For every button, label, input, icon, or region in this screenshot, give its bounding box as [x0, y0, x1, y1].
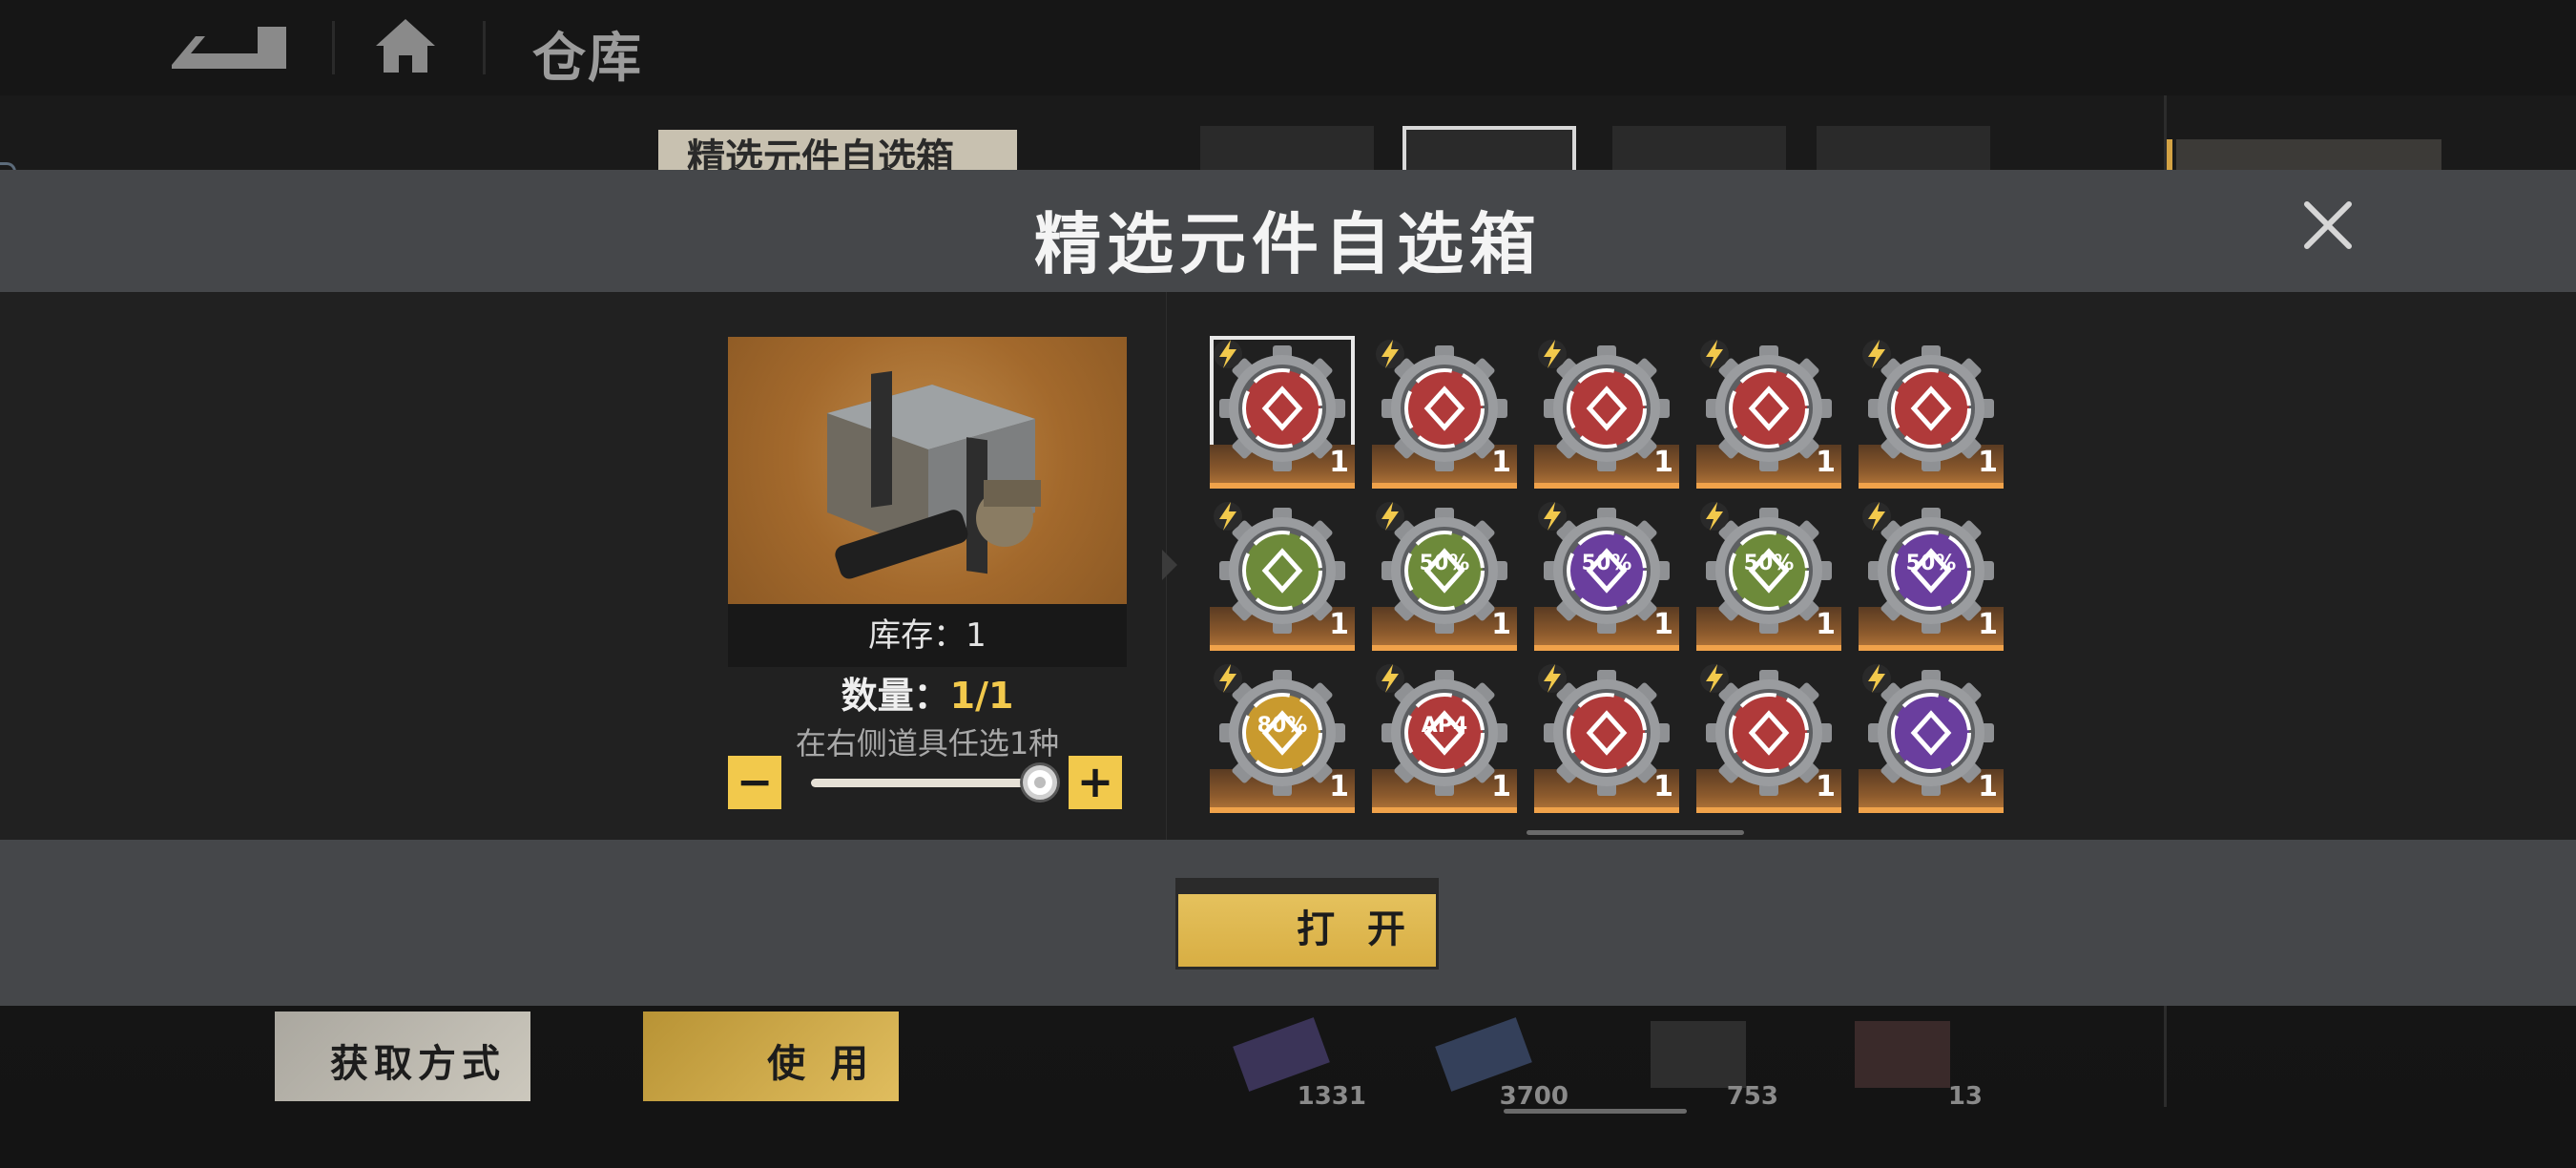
separator — [483, 21, 486, 74]
lightning-icon — [1214, 502, 1242, 531]
item-badge-text: AP4 — [1421, 714, 1468, 738]
lightning-icon — [1862, 502, 1891, 531]
open-button-label: 打 开 — [1297, 907, 1415, 951]
item-count: 3700 — [1499, 1082, 1568, 1111]
item-count: 1 — [1491, 446, 1511, 479]
item-cell[interactable]: 1 — [1372, 336, 1517, 489]
item-preview — [728, 337, 1127, 604]
lightning-icon — [1538, 664, 1567, 693]
lightning-icon — [1376, 340, 1404, 368]
pointer-arrow-icon — [1162, 550, 1177, 580]
item-count: 1 — [1329, 608, 1349, 641]
modal-title: 精选元件自选箱 — [1034, 205, 1542, 283]
item-count: 1 — [1653, 770, 1673, 803]
inventory-item[interactable]: 753 — [1612, 1002, 1784, 1111]
item-cell[interactable]: 50% 1 — [1372, 498, 1517, 651]
home-icon[interactable] — [372, 15, 439, 76]
item-cell[interactable]: 1 — [1696, 660, 1841, 813]
increase-button[interactable]: + — [1069, 756, 1122, 809]
inventory-item[interactable]: 1331 — [1200, 1002, 1372, 1111]
lightning-icon — [1214, 340, 1242, 368]
separator — [332, 21, 335, 74]
lightning-icon — [1214, 664, 1242, 693]
item-count: 1 — [1491, 770, 1511, 803]
item-count: 1 — [1978, 770, 1998, 803]
item-cell[interactable]: 1 — [1210, 336, 1355, 489]
scrollbar[interactable] — [1504, 1109, 1687, 1114]
inventory-item[interactable]: 13 — [1817, 1002, 1988, 1111]
item-count: 1 — [1816, 446, 1836, 479]
item-cell[interactable]: 1 — [1859, 660, 2004, 813]
item-cell[interactable]: 1 — [1696, 336, 1841, 489]
close-icon[interactable] — [2299, 197, 2357, 254]
item-cell[interactable]: 1 — [1534, 660, 1679, 813]
inventory-item[interactable]: 3700 — [1402, 1002, 1574, 1111]
item-count: 1 — [1329, 446, 1349, 479]
item-count: 1 — [1491, 608, 1511, 641]
item-count: 1 — [1816, 770, 1836, 803]
item-badge-text: 50% — [1581, 552, 1632, 575]
item-count: 1 — [1653, 446, 1673, 479]
lightning-icon — [1862, 340, 1891, 368]
lightning-icon — [1700, 664, 1729, 693]
item-badge-text: 50% — [1905, 552, 1957, 575]
grid-scrollbar[interactable] — [1527, 830, 1744, 835]
page-title: 仓库 — [532, 28, 643, 90]
selection-hint: 在右侧道具任选1种 — [795, 725, 1060, 761]
quantity-value: 1/1 — [949, 675, 1014, 717]
quantity-slider[interactable] — [811, 779, 1040, 787]
quantity-label: 数量：1/1 — [728, 666, 1127, 719]
back-arrow-icon[interactable] — [153, 17, 296, 74]
item-count: 1331 — [1297, 1082, 1366, 1111]
item-count: 1 — [1978, 446, 1998, 479]
item-cell[interactable]: 50% 1 — [1696, 498, 1841, 651]
decrease-button[interactable]: − — [728, 756, 781, 809]
item-cell[interactable]: 1 — [1210, 498, 1355, 651]
slider-handle[interactable] — [1023, 765, 1057, 800]
lightning-icon — [1700, 502, 1729, 531]
item-count: 1 — [1978, 608, 1998, 641]
quantity-prefix: 数量： — [841, 675, 950, 717]
lightning-icon — [1376, 502, 1404, 531]
item-count: 753 — [1726, 1082, 1778, 1111]
stock-label: 库存：1 — [728, 604, 1127, 667]
item-cell[interactable]: AP4 1 — [1372, 660, 1517, 813]
item-badge-text: 50% — [1743, 552, 1795, 575]
acquire-method-button[interactable]: 获取方式 — [275, 1012, 530, 1101]
item-count: 1 — [1816, 608, 1836, 641]
lightning-icon — [1700, 340, 1729, 368]
item-cell[interactable]: 80% 1 — [1210, 660, 1355, 813]
item-count: 1 — [1329, 770, 1349, 803]
lightning-icon — [1538, 502, 1567, 531]
item-count: 13 — [1947, 1082, 1983, 1111]
item-cell[interactable]: 50% 1 — [1534, 498, 1679, 651]
use-button[interactable]: 使 用 — [643, 1012, 899, 1101]
item-cell[interactable]: 50% 1 — [1859, 498, 2004, 651]
crate-with-minigun-icon — [827, 370, 1041, 579]
item-badge-text: 80% — [1257, 714, 1308, 738]
item-cell[interactable]: 1 — [1859, 336, 2004, 489]
lightning-icon — [1376, 664, 1404, 693]
button-strip — [1178, 881, 1436, 894]
lightning-icon — [1862, 664, 1891, 693]
item-cell[interactable]: 1 — [1534, 336, 1679, 489]
open-button[interactable]: 打 开 — [1175, 878, 1439, 970]
item-count: 1 — [1653, 608, 1673, 641]
lightning-icon — [1538, 340, 1567, 368]
item-badge-text: 50% — [1419, 552, 1470, 575]
